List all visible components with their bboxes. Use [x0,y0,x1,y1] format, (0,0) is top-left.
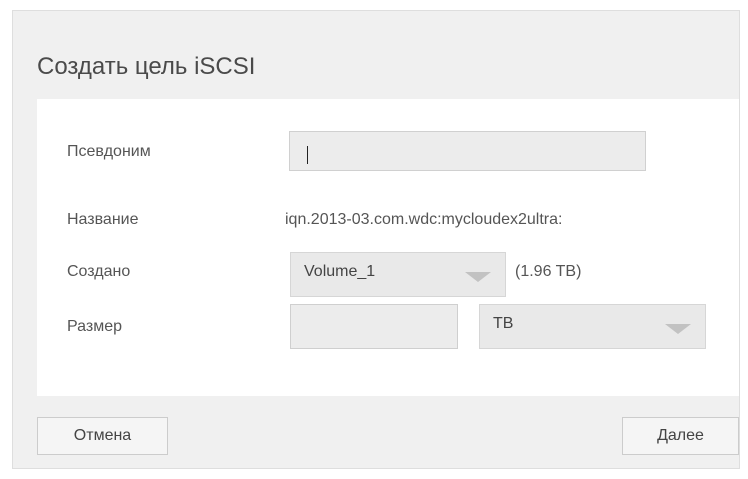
size-unit-value: TB [493,315,514,332]
chevron-down-icon [665,324,691,334]
form-panel: Псевдоним Название iqn.2013-03.com.wdc:m… [37,99,739,396]
text-cursor [307,146,308,164]
name-label: Название [67,211,139,228]
alias-label: Псевдоним [67,143,151,160]
alias-input[interactable] [289,131,646,171]
created-on-label: Создано [67,263,131,280]
volume-select[interactable]: Volume_1 [290,252,506,297]
size-unit-select[interactable]: TB [479,304,706,349]
volume-capacity: (1.96 TB) [515,263,582,280]
chevron-down-icon [465,272,491,282]
volume-select-value: Volume_1 [304,263,376,280]
next-button[interactable]: Далее [622,417,739,455]
target-name-value: iqn.2013-03.com.wdc:mycloudex2ultra: [285,211,563,228]
create-iscsi-target-dialog: Создать цель iSCSI Псевдоним Название iq… [12,10,740,469]
dialog-title: Создать цель iSCSI [37,53,256,80]
size-input[interactable] [290,304,458,349]
size-label: Размер [67,318,122,335]
cancel-button[interactable]: Отмена [37,417,168,455]
